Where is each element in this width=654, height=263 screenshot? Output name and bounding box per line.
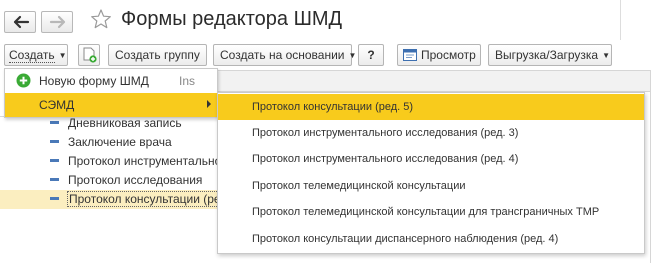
menu-item-new-form[interactable]: Новую форму ШМД Ins	[5, 69, 217, 93]
submenu-item[interactable]: Протокол инструментального исследования …	[218, 120, 644, 146]
favorite-star-icon[interactable]	[90, 8, 112, 30]
chevron-down-icon: ▼	[58, 51, 67, 60]
submenu-item[interactable]: Протокол телемедицинской консультации дл…	[218, 199, 644, 225]
submenu-item[interactable]: Протокол консультации (ред. 5)	[218, 94, 644, 120]
menu-item-label: СЭМД	[39, 98, 75, 112]
plus-circle-icon	[16, 73, 31, 88]
list-border	[650, 70, 651, 263]
export-import-button[interactable]: Выгрузка/Загрузка ▼	[488, 44, 612, 66]
list-item-selected[interactable]: Протокол консультации (ред.	[0, 190, 233, 209]
arrow-left-icon	[13, 15, 30, 29]
create-group-button[interactable]: Создать группу	[108, 44, 207, 66]
menu-item-label: Новую форму ШМД	[39, 74, 149, 88]
list-item-label: Дневниковая запись	[68, 116, 182, 130]
page-title: Формы редактора ШМД	[121, 8, 343, 30]
list-item-label: Протокол исследования	[68, 173, 203, 187]
toolbar: Создать ▼ Создать группу Создать на основ…	[0, 40, 654, 70]
create-button[interactable]: Создать ▼	[4, 44, 68, 66]
list-item[interactable]: Заключение врача	[40, 133, 220, 152]
preview-button[interactable]: Просмотр	[397, 44, 481, 66]
create-on-basis-label: Создать на основании	[220, 48, 345, 62]
submenu-arrow-icon	[207, 100, 211, 108]
forward-button[interactable]	[41, 11, 73, 33]
create-dropdown-menu: Новую форму ШМД Ins СЭМД	[4, 68, 218, 118]
submenu-item[interactable]: Протокол инструментального исследования …	[218, 146, 644, 172]
chevron-down-icon: ▼	[348, 51, 357, 60]
create-button-label: Создать	[9, 48, 55, 63]
window-header: Формы редактора ШМД	[0, 0, 654, 40]
list-item[interactable]: Протокол инструментального	[40, 152, 232, 171]
submenu-item-label: Протокол консультации диспансерного набл…	[252, 233, 559, 245]
back-button[interactable]	[4, 11, 36, 33]
submenu-item-label: Протокол консультации (ред. 5)	[252, 101, 414, 113]
arrow-right-icon	[49, 15, 66, 29]
create-on-basis-button[interactable]: Создать на основании ▼	[213, 44, 356, 66]
submenu-item-label: Протокол инструментального исследования …	[252, 153, 519, 165]
menu-item-shortcut: Ins	[179, 74, 196, 88]
preview-label: Просмотр	[421, 48, 476, 62]
form-item-icon	[50, 159, 59, 162]
semd-submenu: Протокол консультации (ред. 5) Протокол …	[217, 92, 645, 254]
submenu-item[interactable]: Протокол телемедицинской консультации	[218, 173, 644, 199]
list-item-label: Протокол консультации (ред.	[67, 191, 233, 207]
submenu-item-label: Протокол инструментального исследования …	[252, 127, 519, 139]
chevron-down-icon: ▼	[602, 51, 611, 60]
list-item-label: Заключение врача	[68, 135, 172, 149]
form-item-icon	[50, 197, 59, 200]
form-item-icon	[50, 140, 59, 143]
document-add-icon	[83, 47, 97, 63]
submenu-item[interactable]: Протокол консультации диспансерного набл…	[218, 226, 644, 252]
submenu-item-label: Протокол телемедицинской консультации	[252, 180, 466, 192]
preview-window-icon	[403, 49, 417, 61]
export-import-label: Выгрузка/Загрузка	[495, 48, 599, 62]
list-item-label: Протокол инструментального	[68, 154, 233, 168]
menu-item-semd[interactable]: СЭМД	[5, 93, 217, 117]
form-item-icon	[50, 121, 59, 124]
header-divider	[620, 0, 654, 40]
list-header	[216, 70, 650, 92]
list-item[interactable]: Протокол исследования	[40, 171, 220, 190]
form-item-icon	[50, 178, 59, 181]
help-button[interactable]: ?	[358, 44, 384, 66]
copy-add-button[interactable]	[78, 44, 100, 66]
submenu-item-label: Протокол телемедицинской консультации дл…	[252, 206, 600, 218]
